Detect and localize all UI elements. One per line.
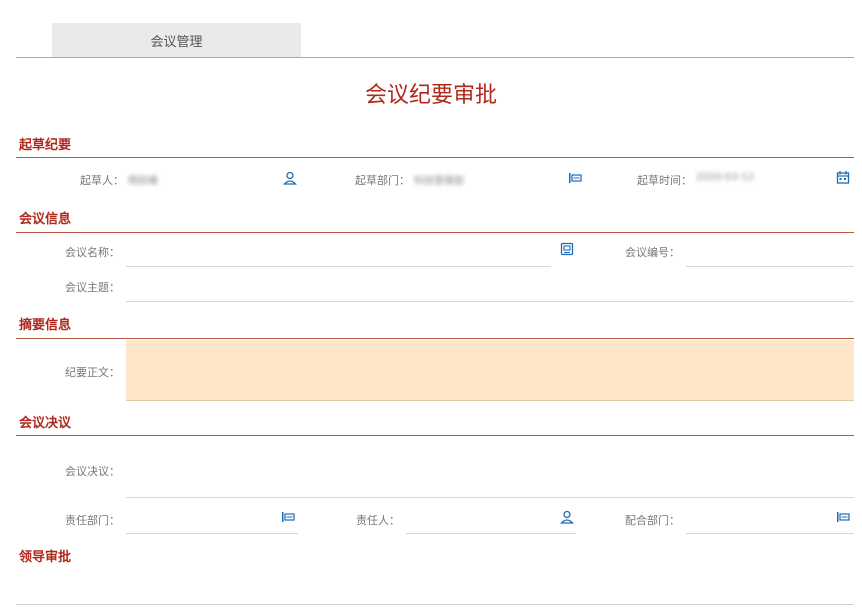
section-title-resolution: 会议决议 — [19, 416, 72, 431]
user-icon[interactable] — [560, 510, 574, 524]
meeting-name-label: 会议名称： — [65, 246, 120, 259]
department-icon[interactable] — [281, 510, 295, 524]
summary-body-textarea[interactable] — [126, 340, 854, 401]
resp-person-label: 责任人： — [356, 514, 400, 527]
bottom-divider — [16, 604, 854, 605]
section-title-leader-approval: 领导审批 — [19, 550, 72, 565]
drafter-label: 起草人： — [80, 174, 124, 187]
section-title-draft: 起草纪要 — [19, 138, 72, 153]
tab-label: 会议管理 — [150, 34, 203, 50]
department-icon[interactable] — [836, 510, 850, 524]
meeting-topic-input[interactable] — [126, 301, 854, 302]
time-label: 起草时间： — [637, 174, 692, 187]
summary-body-label: 纪要正文： — [65, 366, 120, 379]
section-title-meeting-info: 会议信息 — [19, 212, 72, 227]
resolution-label: 会议决议： — [65, 465, 120, 478]
section-title-summary: 摘要信息 — [19, 318, 72, 333]
section-divider — [16, 435, 854, 436]
coop-dept-input[interactable] — [686, 533, 854, 534]
dept-value: 科技管理部 — [414, 176, 464, 187]
tab-bar: 会议管理 — [16, 0, 854, 58]
meeting-topic-label: 会议主题： — [65, 281, 120, 294]
drafter-value: 杨跃峰 — [128, 176, 158, 187]
resp-person-input[interactable] — [406, 533, 576, 534]
picker-icon[interactable] — [560, 242, 574, 256]
section-divider — [16, 157, 854, 158]
department-icon[interactable] — [568, 171, 582, 185]
meeting-number-input[interactable] — [686, 266, 854, 267]
section-divider — [16, 232, 854, 233]
meeting-number-label: 会议编号： — [625, 246, 680, 259]
resolution-textarea[interactable] — [126, 497, 854, 498]
dept-label: 起草部门： — [355, 174, 410, 187]
coop-dept-label: 配合部门： — [625, 514, 680, 527]
page-title: 会议纪要审批 — [364, 83, 497, 108]
resp-dept-label: 责任部门： — [65, 514, 120, 527]
section-divider — [16, 338, 854, 339]
tab-meeting-management[interactable]: 会议管理 — [52, 23, 301, 57]
resp-dept-input[interactable] — [126, 533, 298, 534]
time-value: 2020-03-12 — [696, 172, 755, 183]
user-icon[interactable] — [283, 171, 297, 185]
calendar-icon[interactable] — [836, 170, 850, 184]
meeting-name-input[interactable] — [126, 266, 551, 267]
